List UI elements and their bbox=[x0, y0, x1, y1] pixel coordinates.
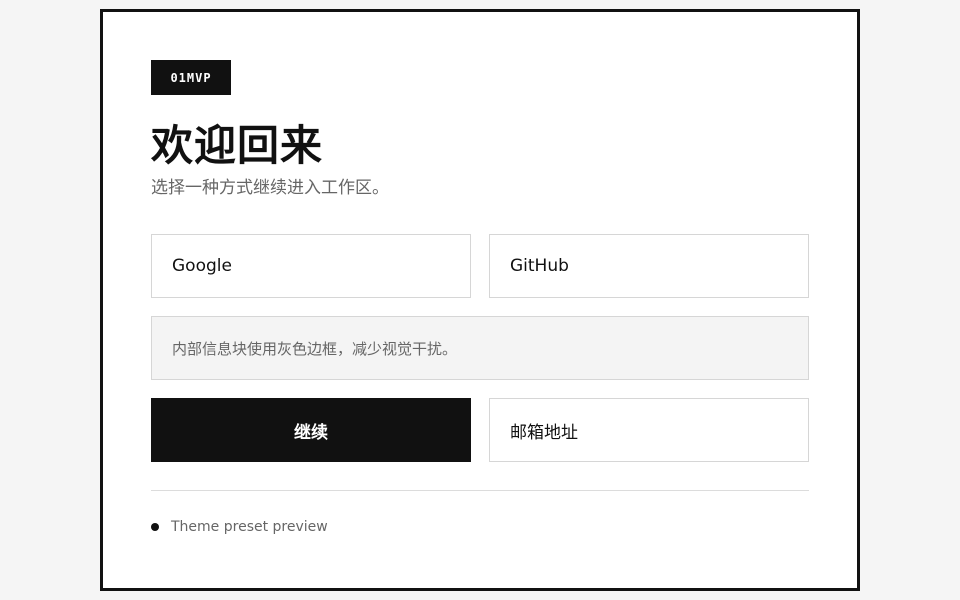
oauth-row: Google GitHub bbox=[151, 234, 809, 298]
brand-badge: 01MVP bbox=[151, 60, 231, 95]
google-button[interactable]: Google bbox=[151, 234, 471, 298]
github-button[interactable]: GitHub bbox=[489, 234, 809, 298]
divider bbox=[151, 490, 809, 491]
status-dot-icon bbox=[151, 523, 159, 531]
continue-button[interactable]: 继续 bbox=[151, 398, 471, 462]
login-card-content: 01MVP 欢迎回来 选择一种方式继续进入工作区。 Google GitHub … bbox=[151, 60, 809, 535]
page-subtitle: 选择一种方式继续进入工作区。 bbox=[151, 178, 389, 198]
page-title: 欢迎回来 bbox=[151, 121, 324, 170]
login-card: 01MVP 欢迎回来 选择一种方式继续进入工作区。 Google GitHub … bbox=[100, 9, 860, 591]
footer: Theme preset preview bbox=[151, 519, 809, 535]
email-button[interactable]: 邮箱地址 bbox=[489, 398, 809, 462]
action-row: 继续 邮箱地址 bbox=[151, 398, 809, 462]
info-block: 内部信息块使用灰色边框，减少视觉干扰。 bbox=[151, 316, 809, 380]
footer-text: Theme preset preview bbox=[171, 519, 328, 535]
